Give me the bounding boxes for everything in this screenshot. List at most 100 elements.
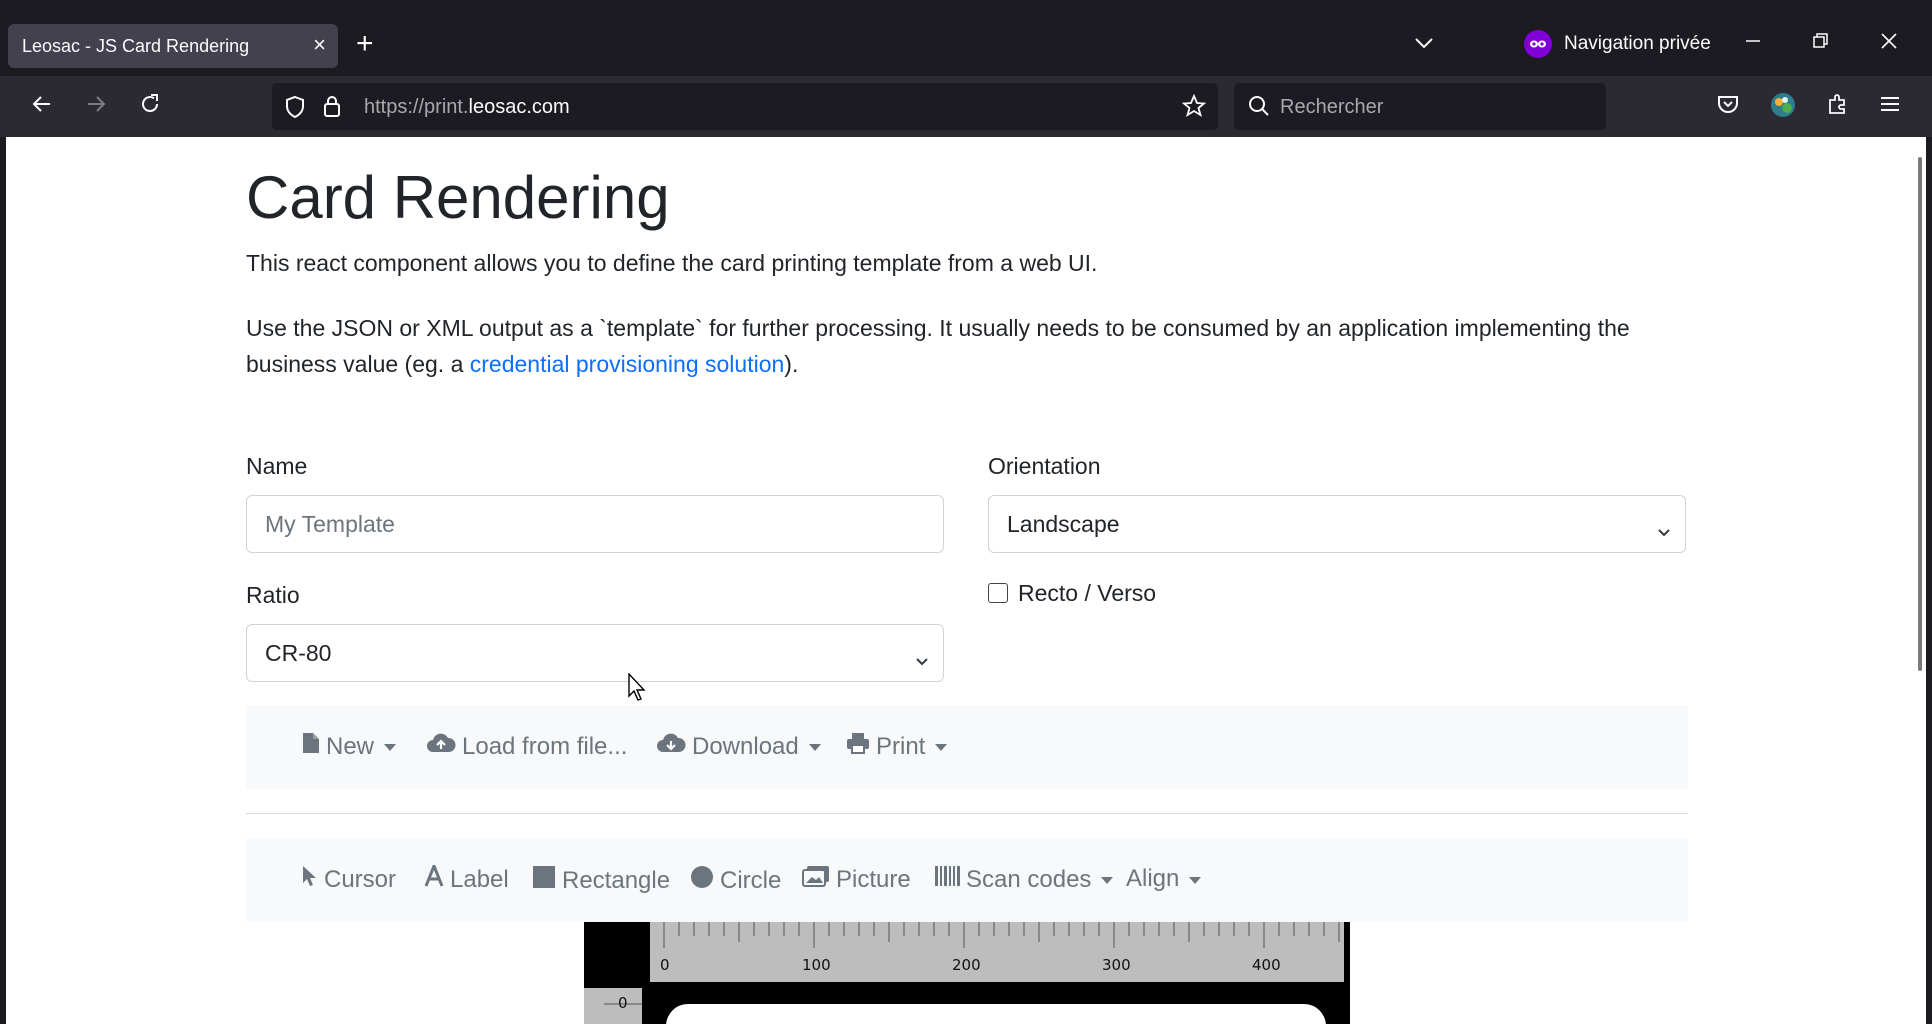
align-dropdown[interactable]: Align [1126, 865, 1202, 893]
caret-down-icon [935, 744, 948, 751]
orientation-value: Landscape [1007, 510, 1120, 537]
cloud-upload-icon [426, 732, 456, 761]
printer-icon [846, 732, 870, 761]
caret-down-icon [1101, 877, 1114, 884]
print-dropdown[interactable]: Print [846, 732, 948, 761]
mouse-cursor-icon [628, 672, 648, 708]
horizontal-ruler: 0 100 200 300 400 [650, 922, 1344, 982]
ruler-tick-label: 300 [1102, 956, 1131, 974]
card-preview[interactable] [666, 1004, 1326, 1024]
tab-close-icon[interactable]: × [313, 34, 326, 56]
private-browsing-label: Navigation privée [1564, 33, 1711, 54]
rectangle-tool[interactable]: Rectangle [532, 865, 670, 896]
print-label: Print [876, 732, 926, 760]
label-tool[interactable]: Label [424, 861, 509, 894]
caret-down-icon [808, 744, 821, 751]
label-tool-label: Label [450, 865, 509, 893]
credential-provisioning-link[interactable]: credential provisioning solution [470, 351, 785, 377]
name-placeholder: My Template [265, 510, 395, 537]
orientation-select[interactable]: Landscape [988, 495, 1686, 553]
usage-text-body: Use the JSON or XML output as a `templat… [246, 315, 1630, 377]
picture-label: Picture [836, 865, 911, 893]
circle-icon [690, 865, 714, 896]
tab-strip: Leosac - JS Card Rendering × + Navigatio… [0, 10, 1932, 76]
usage-text-end: ). [784, 351, 799, 377]
orientation-label: Orientation [988, 453, 1101, 479]
download-dropdown[interactable]: Download [656, 732, 821, 761]
ratio-value: CR-80 [265, 639, 332, 666]
search-icon [1248, 95, 1270, 122]
navigation-toolbar: https://print.leosac.com Rechercher [0, 76, 1932, 137]
pocket-icon[interactable] [1716, 92, 1740, 121]
font-icon [424, 861, 444, 894]
app-menu-icon[interactable] [1878, 92, 1902, 121]
image-icon [802, 865, 830, 894]
chevron-down-icon [915, 646, 929, 673]
private-browsing-indicator: Navigation privée [1524, 30, 1711, 58]
extensions-icon[interactable] [1826, 92, 1850, 121]
picture-tool[interactable]: Picture [802, 865, 911, 894]
restore-icon[interactable] [1812, 32, 1830, 55]
drawing-toolbar: Cursor Label Rectangle Circle Picture Sc… [246, 838, 1688, 922]
chevron-down-icon [1657, 517, 1671, 544]
ruler-tick-label: 100 [802, 956, 831, 974]
search-placeholder: Rechercher [1280, 96, 1384, 118]
minimize-icon[interactable] [1744, 32, 1762, 55]
back-icon[interactable] [30, 92, 54, 121]
cloud-download-icon [656, 732, 686, 761]
align-label: Align [1126, 865, 1180, 892]
private-mask-icon [1524, 30, 1552, 58]
url-prefix: https://print. [364, 96, 469, 118]
browser-tab[interactable]: Leosac - JS Card Rendering × [8, 24, 338, 68]
list-all-tabs-icon[interactable] [1414, 36, 1434, 54]
page-title: Card Rendering [246, 164, 670, 231]
pointer-icon [302, 865, 318, 894]
name-input[interactable]: My Template [246, 495, 944, 553]
ruler-tick-label: 400 [1252, 956, 1281, 974]
new-tab-icon[interactable]: + [356, 29, 374, 59]
search-bar[interactable]: Rechercher [1234, 83, 1606, 130]
recto-verso-label[interactable]: Recto / Verso [1018, 580, 1156, 607]
caret-down-icon [384, 744, 397, 751]
cursor-tool[interactable]: Cursor [302, 865, 396, 894]
close-window-icon[interactable] [1880, 32, 1898, 55]
lock-icon[interactable] [322, 94, 342, 123]
new-dropdown[interactable]: New [302, 732, 397, 761]
ruler-tick-label: 0 [660, 956, 670, 974]
barcode-icon [934, 865, 960, 894]
page-scrollbar[interactable] [1918, 157, 1922, 671]
tracking-protection-shield-icon[interactable] [284, 95, 306, 124]
url-host: leosac.com [468, 96, 570, 118]
tab-title: Leosac - JS Card Rendering [22, 35, 250, 56]
divider [246, 813, 1688, 814]
forward-icon[interactable] [84, 92, 108, 121]
ratio-select[interactable]: CR-80 [246, 624, 944, 682]
url-text[interactable]: https://print.leosac.com [364, 96, 570, 119]
page-viewport: Card Rendering This react component allo… [6, 137, 1926, 1024]
square-icon [532, 865, 556, 896]
load-label: Load from file... [462, 732, 628, 760]
recto-verso-checkbox[interactable] [988, 583, 1008, 603]
scan-codes-label: Scan codes [966, 865, 1092, 893]
account-avatar-icon[interactable] [1770, 92, 1796, 123]
file-icon [302, 732, 320, 761]
usage-text: Use the JSON or XML output as a `templat… [246, 310, 1688, 382]
new-label: New [326, 732, 375, 760]
card-canvas[interactable]: 0 100 200 300 400 0 [584, 922, 1350, 1024]
load-from-file-button[interactable]: Load from file... [426, 732, 627, 761]
circle-label: Circle [720, 866, 782, 894]
ratio-label: Ratio [246, 582, 300, 608]
window-frame-top [0, 0, 1932, 10]
cursor-label: Cursor [324, 865, 397, 893]
caret-down-icon [1189, 876, 1202, 884]
name-label: Name [246, 453, 308, 479]
download-label: Download [692, 732, 799, 760]
vertical-ruler: 0 [584, 988, 642, 1024]
reload-icon[interactable] [138, 92, 162, 121]
scan-codes-dropdown[interactable]: Scan codes [934, 865, 1114, 894]
circle-tool[interactable]: Circle [690, 865, 781, 896]
file-toolbar: New Load from file... Download Print [246, 705, 1688, 789]
bookmark-star-icon[interactable] [1181, 93, 1207, 123]
rectangle-label: Rectangle [562, 866, 671, 894]
address-bar[interactable]: https://print.leosac.com [272, 83, 1218, 130]
